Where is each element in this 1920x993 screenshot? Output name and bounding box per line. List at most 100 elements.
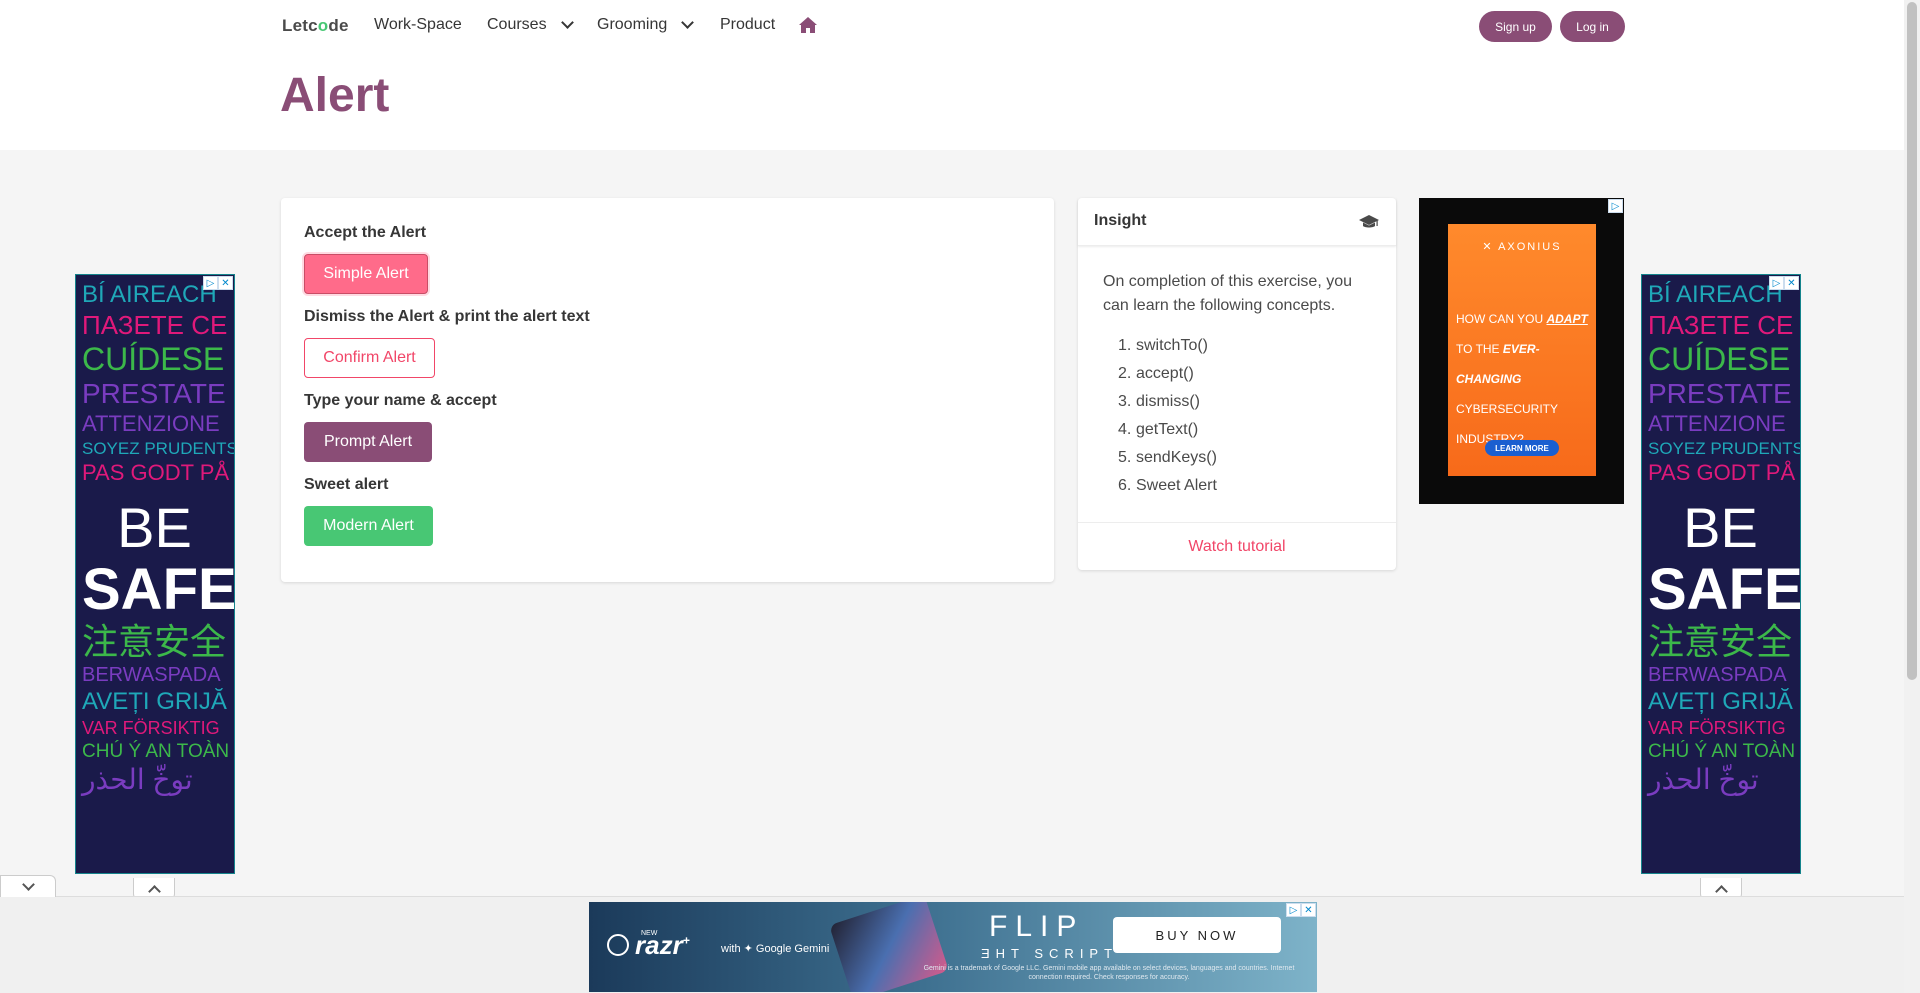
ad-choices-icon[interactable]: ▷ xyxy=(1769,276,1784,290)
nav-workspace[interactable]: Work-Space xyxy=(374,16,462,34)
ad-right-skyscraper[interactable]: ▷ ✕ BÍ AIREACH ПАЗЕТЕ СЕ CUÍDESE PRESTATE ATT… xyxy=(1641,274,1801,874)
ad-buy-now-button[interactable]: BUY NOW xyxy=(1113,917,1281,953)
close-icon[interactable]: ✕ xyxy=(218,276,233,290)
nav-grooming-dropdown[interactable]: Grooming xyxy=(597,16,695,34)
ad-bottom-banner[interactable]: NEW razr+ with ✦ Google Gemini FLIP ƎHT … xyxy=(589,902,1317,992)
concept-text: sendKeys() xyxy=(1136,449,1217,466)
ad-brand-plus: + xyxy=(682,933,690,948)
ad-text-line: توخّ الحذر xyxy=(1648,764,1759,795)
section-label-sweet: Sweet alert xyxy=(304,476,389,493)
ad-axonius-logo-text: AXONIUS xyxy=(1498,241,1562,253)
graduation-cap-icon xyxy=(1359,215,1379,228)
ad-subheadline: ƎHT SCRIPT xyxy=(981,946,1119,961)
ad-text-line: BE xyxy=(117,496,192,559)
ad-text-line: ПАЗЕТЕ СЕ xyxy=(82,310,228,340)
ad-headline: FLIP xyxy=(989,910,1085,943)
ad-text-line: 注意安全 xyxy=(82,621,227,662)
ad-text-line: ПАЗЕТЕ СЕ xyxy=(1648,310,1794,340)
nav-product-label: Product xyxy=(720,16,776,33)
ad-copy-text: HOW CAN YOU xyxy=(1456,312,1544,326)
ad-text-line: AVEȚI GRIJĂ xyxy=(82,688,227,715)
chevron-down-icon xyxy=(560,16,574,29)
bottom-ad-collapse-tab[interactable] xyxy=(0,875,56,897)
close-icon[interactable]: ✕ xyxy=(1784,276,1799,290)
list-item: 2. accept() xyxy=(1118,365,1194,382)
page-scrollbar[interactable] xyxy=(1904,0,1920,993)
scrollbar-thumb[interactable] xyxy=(1907,2,1917,680)
ad-text-line: VAR FÖRSIKTIG xyxy=(1648,718,1786,738)
section-label-accept: Accept the Alert xyxy=(304,224,427,241)
close-icon[interactable]: ✕ xyxy=(1301,903,1316,917)
ad-text-line: PAS GODT PÅ xyxy=(1648,460,1796,485)
nav-courses-label: Courses xyxy=(487,16,547,33)
ad-text-line: ATTENZIONE xyxy=(82,411,220,436)
ad-close-controls[interactable]: ▷ ✕ xyxy=(1286,903,1316,917)
navbar: Letcode Work-Space Courses Grooming Prod… xyxy=(0,0,1904,52)
nav-grooming-label: Grooming xyxy=(597,16,668,33)
brand-text: Let xyxy=(282,16,309,35)
ad-text-line: PRESTATE xyxy=(1648,378,1792,409)
insight-title: Insight xyxy=(1094,212,1147,229)
ad-text-line: توخّ الحذر xyxy=(82,764,193,795)
brand-logo[interactable]: Letcode xyxy=(282,16,349,36)
ad-fine-print: Gemini is a trademark of Google LLC. Gem… xyxy=(923,965,1295,981)
ad-axonius-panel: ✕ AXONIUS HOW CAN YOU ADAPT TO THE EVER-… xyxy=(1448,224,1596,476)
list-item: 5. sendKeys() xyxy=(1118,449,1217,466)
ad-brand: razr+ xyxy=(635,930,690,961)
insight-header: Insight xyxy=(1078,198,1396,246)
prompt-alert-button[interactable]: Prompt Alert xyxy=(304,422,432,462)
ad-learn-more-button[interactable]: LEARN MORE xyxy=(1485,440,1559,456)
modern-alert-button[interactable]: Modern Alert xyxy=(304,506,433,546)
ad-text-line: SOYEZ PRUDENTS xyxy=(1648,439,1801,458)
concept-text: accept() xyxy=(1136,365,1194,382)
ad-text-line: SAFE xyxy=(82,557,235,622)
concept-text: getText() xyxy=(1136,421,1199,438)
insight-card: Insight On completion of this exercise, … xyxy=(1078,198,1396,570)
page-title: Alert xyxy=(280,69,390,122)
ad-left-skyscraper[interactable]: ▷ ✕ BÍ AIREACH ПАЗЕТЕ СЕ CUÍDESE PRESTATE ATT… xyxy=(75,274,235,874)
brand-text: de xyxy=(328,16,349,35)
concepts-list: 1. switchTo() 2. accept() 3. dismiss() 4. ge… xyxy=(1118,332,1217,500)
ad-close-controls[interactable]: ▷ ✕ xyxy=(203,276,233,290)
ad-text-line: BERWASPADA xyxy=(82,664,221,686)
signup-button[interactable]: Sign up xyxy=(1479,11,1552,42)
ad-text-line: CUÍDESE xyxy=(1648,341,1791,377)
ad-close-controls[interactable]: ▷ ✕ xyxy=(1769,276,1799,290)
ad-choices-icon[interactable]: ▷ xyxy=(1608,199,1623,213)
ad-text-line: 注意安全 xyxy=(1648,621,1793,662)
watch-tutorial-link[interactable]: Watch tutorial xyxy=(1188,538,1285,556)
ad-choices-icon[interactable]: ▷ xyxy=(1286,903,1301,917)
ad-copy-text: ADAPT xyxy=(1546,312,1588,326)
ad-brand-text: razr xyxy=(635,930,683,960)
ad-text-block: BÍ AIREACH ПАЗЕТЕ СЕ CUÍDESE PRESTATE ATTENZ… xyxy=(76,275,234,794)
motorola-logo-icon xyxy=(607,934,629,956)
confirm-alert-button[interactable]: Confirm Alert xyxy=(304,338,435,378)
ad-axonius-copy: HOW CAN YOU ADAPT TO THE EVER-CHANGING C… xyxy=(1456,304,1592,454)
home-icon[interactable] xyxy=(798,15,818,35)
ad-gemini-text: with ✦ Google Gemini xyxy=(721,943,830,955)
nav-courses-dropdown[interactable]: Courses xyxy=(487,16,574,34)
login-button[interactable]: Log in xyxy=(1560,11,1625,42)
ad-choices-icon[interactable]: ▷ xyxy=(203,276,218,290)
ad-copy-text: TO THE xyxy=(1456,342,1500,356)
simple-alert-button[interactable]: Simple Alert xyxy=(304,254,428,294)
ad-axonius-logo: ✕ AXONIUS xyxy=(1482,241,1562,253)
list-item: 3. dismiss() xyxy=(1118,393,1200,410)
ad-text-line: CUÍDESE xyxy=(82,341,225,377)
ad-text-line: BERWASPADA xyxy=(1648,664,1787,686)
list-item: 4. getText() xyxy=(1118,421,1199,438)
ad-text-line: BE xyxy=(1683,496,1758,559)
concept-text: dismiss() xyxy=(1136,393,1200,410)
nav-product[interactable]: Product xyxy=(720,16,775,34)
ad-text-line: VAR FÖRSIKTIG xyxy=(82,718,220,738)
ad-text-line: SOYEZ PRUDENTS xyxy=(82,439,235,458)
ad-axonius[interactable]: ▷ ✕ AXONIUS HOW CAN YOU ADAPT TO THE EVE… xyxy=(1419,198,1624,504)
section-label-dismiss: Dismiss the Alert & print the alert text xyxy=(304,308,590,325)
list-item: 1. switchTo() xyxy=(1118,337,1209,354)
ad-text-line: ATTENZIONE xyxy=(1648,411,1786,436)
chevron-down-icon xyxy=(681,16,695,29)
exercise-card: Accept the Alert Simple Alert Dismiss th… xyxy=(281,198,1054,582)
section-label-prompt: Type your name & accept xyxy=(304,392,497,409)
ad-text-line: CHÚ Ý AN TOÀN xyxy=(82,741,230,762)
insight-footer: Watch tutorial xyxy=(1078,522,1396,570)
